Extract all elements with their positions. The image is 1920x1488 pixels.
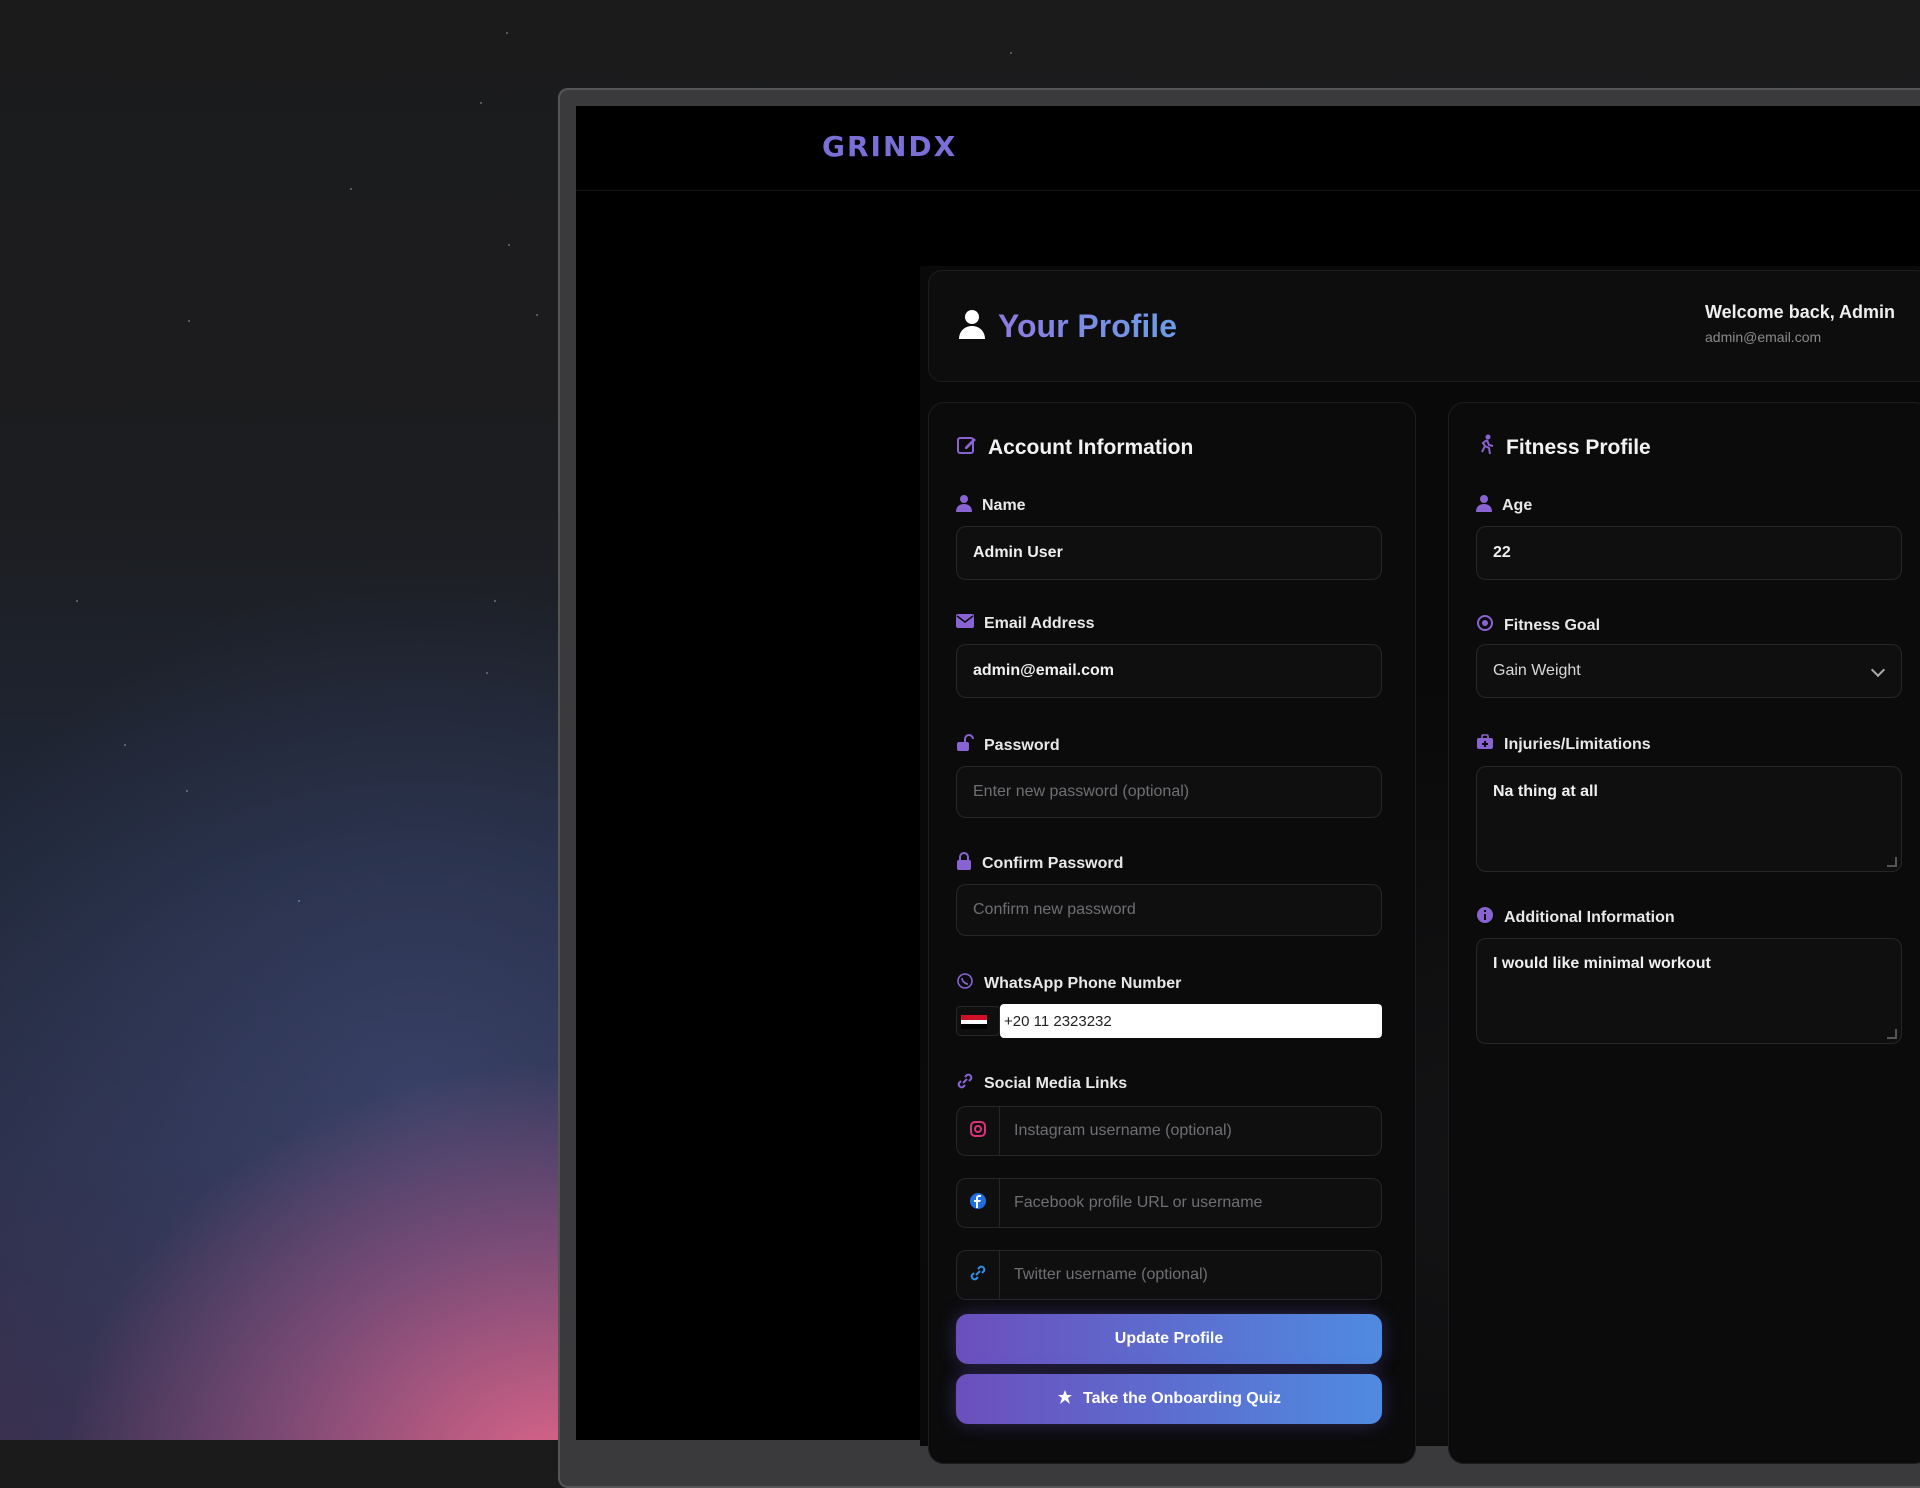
twitter-link-icon — [969, 1264, 987, 1287]
fitness-section-title: Fitness Profile — [1476, 434, 1651, 462]
additional-info-label: Additional Information — [1476, 906, 1675, 929]
star-dot — [350, 188, 352, 190]
star-dot — [1010, 52, 1012, 54]
fitness-goal-select[interactable]: Gain Weight — [1476, 644, 1902, 698]
fitness-goal-label: Fitness Goal — [1476, 614, 1600, 637]
star-dot — [298, 900, 300, 902]
update-profile-button[interactable]: Update Profile — [956, 1314, 1382, 1364]
onboarding-quiz-label: Take the Onboarding Quiz — [1083, 1390, 1281, 1407]
whatsapp-label-text: WhatsApp Phone Number — [984, 974, 1182, 992]
account-section-title: Account Information — [956, 434, 1193, 462]
social-label-text: Social Media Links — [984, 1074, 1128, 1092]
password-field[interactable]: Enter new password (optional) — [956, 766, 1382, 818]
email-label-text: Email Address — [984, 614, 1095, 632]
star-dot — [124, 744, 126, 746]
star-dot — [508, 244, 510, 246]
lock-icon — [956, 852, 972, 875]
star-dot — [480, 102, 482, 104]
target-icon — [1476, 614, 1494, 637]
instagram-field[interactable]: Instagram username (optional) — [1000, 1106, 1382, 1156]
brand-logo[interactable]: GRINDX — [822, 130, 957, 163]
name-label: Name — [956, 494, 1026, 517]
user-icon — [1476, 494, 1492, 517]
phone-number-input[interactable]: +20 11 2323232 — [1000, 1004, 1382, 1038]
running-icon — [1476, 434, 1496, 462]
age-field[interactable]: 22 — [1476, 526, 1902, 580]
injuries-value: Na thing at all — [1493, 783, 1598, 800]
star-dot — [186, 790, 188, 792]
fitness-goal-value: Gain Weight — [1493, 662, 1581, 679]
unlock-icon — [956, 734, 974, 757]
confirm-password-field[interactable]: Confirm new password — [956, 884, 1382, 936]
email-label: Email Address — [956, 614, 1095, 633]
page-title: Your Profile — [958, 308, 1177, 345]
page-title-text: Your Profile — [998, 308, 1177, 344]
twitter-field[interactable]: Twitter username (optional) — [1000, 1250, 1382, 1300]
whatsapp-icon — [956, 972, 974, 995]
resize-handle-icon[interactable] — [1887, 1029, 1897, 1039]
top-navbar: GRINDX — [576, 106, 1920, 191]
egypt-flag-icon — [961, 1015, 987, 1029]
age-label-text: Age — [1502, 496, 1533, 514]
info-icon — [1476, 906, 1494, 929]
facebook-icon-box — [956, 1178, 1000, 1228]
medkit-icon — [1476, 734, 1494, 755]
instagram-icon — [970, 1120, 986, 1142]
password-label: Password — [956, 734, 1060, 757]
injuries-label: Injuries/Limitations — [1476, 734, 1651, 755]
star-icon — [1057, 1389, 1073, 1410]
instagram-icon-box — [956, 1106, 1000, 1156]
email-field[interactable]: admin@email.com — [956, 644, 1382, 698]
star-dot — [486, 672, 488, 674]
welcome-text: Welcome back, Admin — [1705, 302, 1896, 322]
confirm-password-label: Confirm Password — [956, 852, 1123, 875]
chevron-down-icon — [1870, 662, 1886, 678]
name-field[interactable]: Admin User — [956, 526, 1382, 580]
country-selector[interactable] — [956, 1006, 1000, 1036]
social-links-label: Social Media Links — [956, 1072, 1127, 1095]
confirm-label-text: Confirm Password — [982, 854, 1124, 872]
password-label-text: Password — [984, 736, 1060, 754]
resize-handle-icon[interactable] — [1887, 857, 1897, 867]
account-title-text: Account Information — [988, 436, 1194, 459]
facebook-field[interactable]: Facebook profile URL or username — [1000, 1178, 1382, 1228]
injuries-label-text: Injuries/Limitations — [1504, 735, 1651, 753]
additional-label-text: Additional Information — [1504, 908, 1675, 926]
onboarding-quiz-button[interactable]: Take the Onboarding Quiz — [956, 1374, 1382, 1424]
star-dot — [536, 314, 538, 316]
injuries-textarea[interactable]: Na thing at all — [1476, 766, 1902, 872]
whatsapp-label: WhatsApp Phone Number — [956, 972, 1181, 995]
age-label: Age — [1476, 494, 1532, 517]
whatsapp-phone-field: +20 11 2323232 — [956, 1004, 1382, 1038]
user-icon — [958, 308, 986, 345]
link-icon — [956, 1072, 974, 1095]
name-label-text: Name — [982, 496, 1026, 514]
additional-info-value: I would like minimal workout — [1493, 955, 1711, 972]
welcome-email: admin@email.com — [1705, 329, 1822, 345]
star-dot — [494, 600, 496, 602]
user-icon — [956, 494, 972, 517]
star-dot — [76, 600, 78, 602]
goal-label-text: Fitness Goal — [1504, 616, 1601, 634]
welcome-block: Welcome back, Admin admin@email.com — [1705, 302, 1920, 345]
star-dot — [188, 320, 190, 322]
additional-info-textarea[interactable]: I would like minimal workout — [1476, 938, 1902, 1044]
facebook-icon — [969, 1192, 987, 1215]
edit-icon — [956, 434, 978, 462]
mail-icon — [956, 614, 974, 633]
update-profile-label: Update Profile — [1114, 1330, 1224, 1347]
twitter-icon-box — [956, 1250, 1000, 1300]
star-dot — [506, 32, 508, 34]
fitness-title-text: Fitness Profile — [1506, 436, 1651, 459]
